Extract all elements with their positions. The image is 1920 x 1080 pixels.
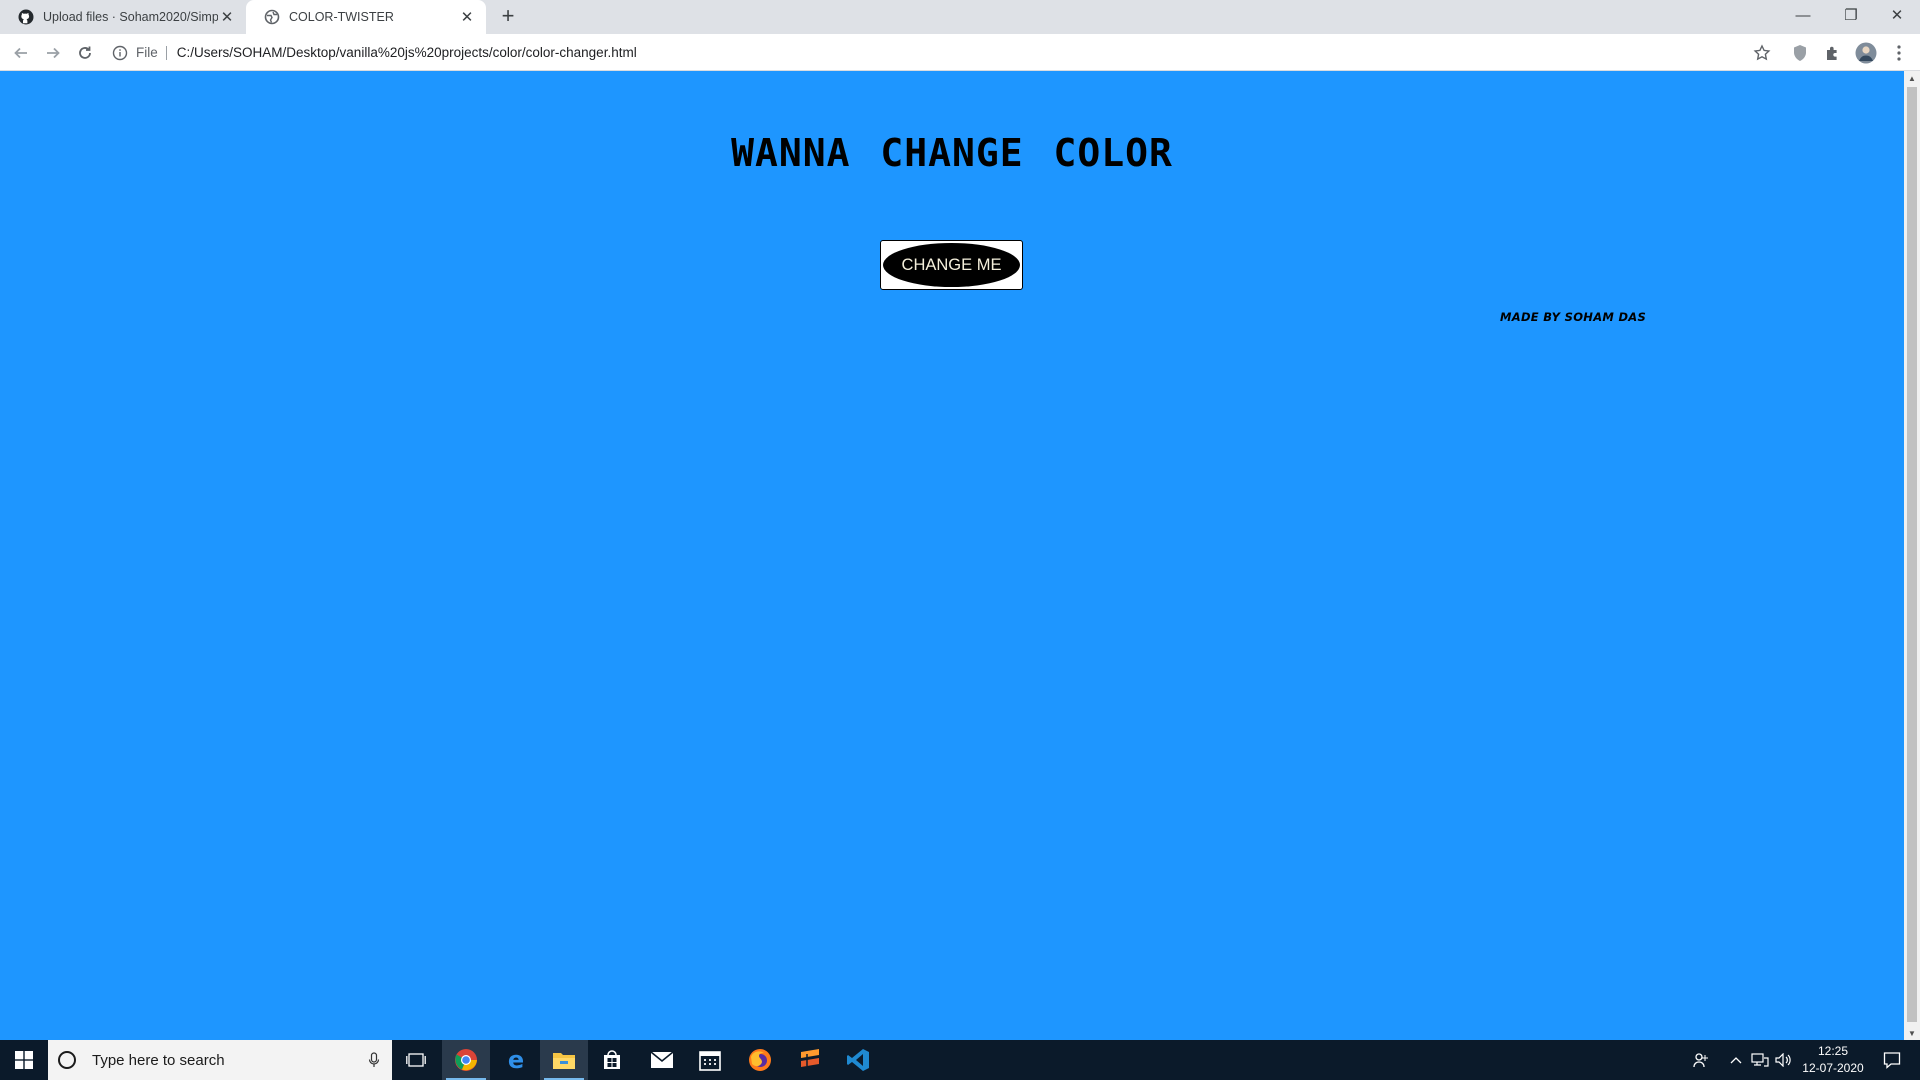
store-icon[interactable] [588, 1040, 636, 1080]
extensions-puzzle-icon[interactable] [1822, 42, 1844, 64]
new-tab-button[interactable]: + [496, 5, 520, 29]
cortana-icon [58, 1051, 76, 1069]
firefox-icon[interactable] [736, 1040, 784, 1080]
url-text[interactable]: C:/Users/SOHAM/Desktop/vanilla%20js%20pr… [177, 45, 637, 60]
browser-toolbar: File C:/Users/SOHAM/Desktop/vanilla%20js… [0, 34, 1920, 71]
scheme-label: File [136, 45, 167, 60]
edge-icon[interactable]: e [492, 1040, 540, 1080]
close-tab-icon[interactable]: ✕ [218, 8, 236, 26]
credit-text: MADE BY SOHAM DAS [1500, 310, 1647, 324]
close-window-icon[interactable]: ✕ [1874, 0, 1920, 30]
task-view-icon[interactable] [392, 1040, 440, 1080]
page-viewport: WANNA CHANGE COLOR CHANGE ME MADE BY SOH… [0, 71, 1904, 1040]
tab-color-twister[interactable]: COLOR-TWISTER ✕ [246, 0, 486, 34]
bookmark-star-icon[interactable] [1751, 42, 1773, 64]
minimize-icon[interactable]: — [1780, 0, 1826, 30]
show-hidden-icons-icon[interactable] [1726, 1040, 1746, 1080]
taskbar-clock[interactable]: 12:25 12-07-2020 [1796, 1043, 1870, 1077]
close-tab-icon[interactable]: ✕ [458, 8, 476, 26]
clock-time: 12:25 [1817, 1044, 1849, 1058]
sublime-icon[interactable] [786, 1040, 834, 1080]
change-color-button-label: CHANGE ME [883, 243, 1020, 287]
back-icon[interactable] [8, 40, 34, 66]
scrollbar-thumb[interactable] [1907, 87, 1917, 1022]
tab-upload-files[interactable]: Upload files · Soham2020/Simple ✕ [0, 0, 246, 34]
restore-icon[interactable]: ❐ [1828, 0, 1874, 30]
search-placeholder: Type here to search [92, 1051, 225, 1069]
tab-title: COLOR-TWISTER [289, 10, 394, 24]
scroll-up-icon[interactable]: ▲ [1904, 71, 1920, 85]
calendar-icon[interactable] [686, 1040, 734, 1080]
svg-text:e: e [508, 1048, 524, 1072]
volume-icon[interactable] [1772, 1040, 1796, 1080]
mail-icon[interactable] [638, 1040, 686, 1080]
vertical-scrollbar[interactable]: ▲ ▼ [1904, 71, 1920, 1040]
people-icon[interactable] [1686, 1040, 1716, 1080]
file-explorer-icon[interactable] [540, 1040, 588, 1080]
chrome-icon[interactable] [442, 1040, 490, 1080]
address-bar[interactable]: File C:/Users/SOHAM/Desktop/vanilla%20js… [112, 38, 1762, 67]
browser-tab-strip: Upload files · Soham2020/Simple ✕ COLOR-… [0, 0, 1920, 34]
github-icon [18, 9, 34, 25]
taskbar-search-box[interactable]: Type here to search [48, 1040, 392, 1080]
network-icon[interactable] [1748, 1040, 1772, 1080]
clock-date: 12-07-2020 [1802, 1061, 1864, 1075]
shield-extension-icon[interactable] [1789, 42, 1811, 64]
notifications-icon[interactable] [1872, 1040, 1912, 1080]
scroll-down-icon[interactable]: ▼ [1904, 1026, 1920, 1040]
forward-icon[interactable] [40, 40, 66, 66]
profile-avatar-icon[interactable] [1855, 42, 1877, 64]
globe-icon [264, 9, 280, 25]
microphone-icon[interactable] [368, 1052, 380, 1068]
vscode-icon[interactable] [834, 1040, 882, 1080]
reload-icon[interactable] [72, 40, 98, 66]
windows-taskbar: Type here to search e 12:25 12-07-2020 [0, 1040, 1920, 1080]
more-menu-icon[interactable] [1888, 42, 1910, 64]
info-icon[interactable] [112, 45, 128, 61]
page-heading: WANNA CHANGE COLOR [731, 131, 1173, 175]
tab-title: Upload files · Soham2020/Simple [43, 10, 218, 24]
change-color-button[interactable]: CHANGE ME [880, 240, 1023, 290]
windows-start-icon[interactable] [0, 1040, 48, 1080]
